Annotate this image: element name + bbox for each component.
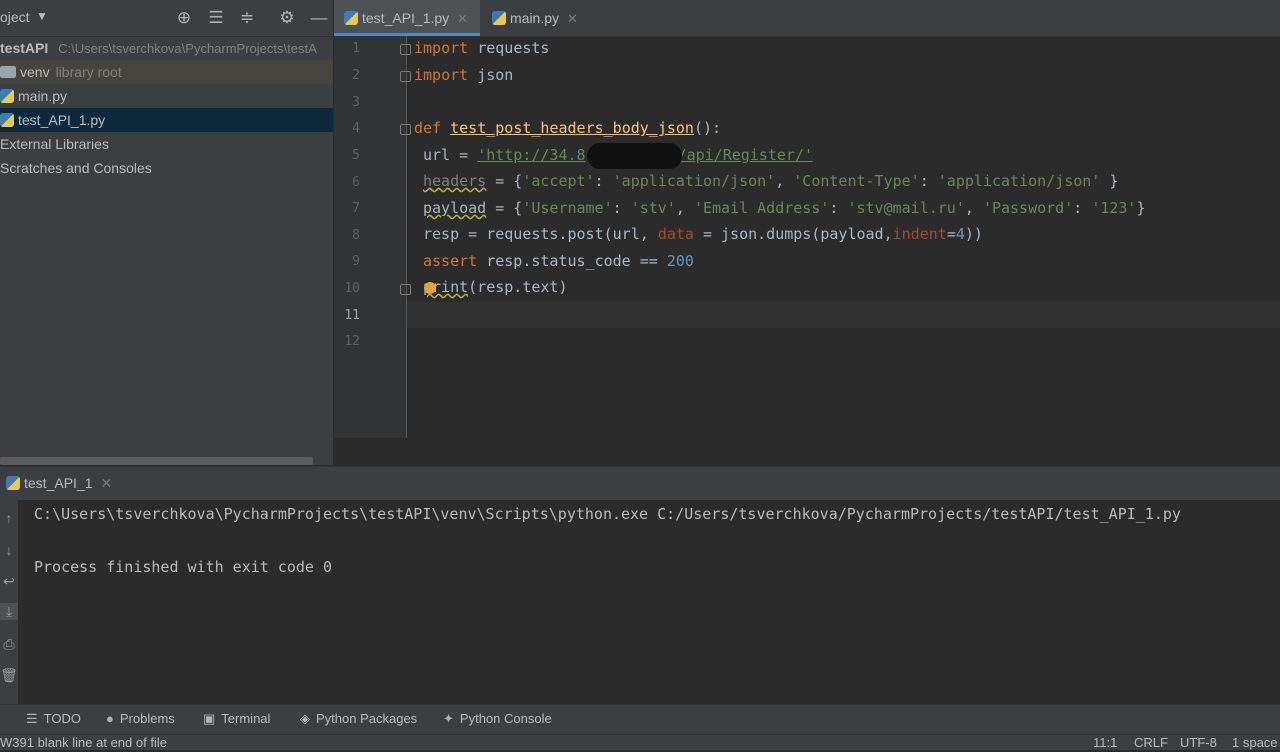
tree-item-venv[interactable]: venv library root [0, 60, 333, 84]
fold-marker-icon[interactable] [400, 44, 411, 55]
line-number: 9 [352, 254, 360, 269]
line-number: 6 [352, 175, 360, 190]
python-file-icon [0, 113, 14, 127]
line-number: 2 [352, 68, 360, 83]
line-number: 3 [352, 95, 360, 110]
code-line-1[interactable]: import requests [414, 39, 549, 57]
tree-item-test-api-1-py[interactable]: test_API_1.py [0, 108, 333, 132]
run-tab-test-api-1[interactable]: test_API_1 ✕ [6, 466, 112, 500]
chevron-down-icon[interactable]: ▼ [36, 9, 48, 23]
tab-label: main.py [510, 10, 560, 26]
tab-label: test_API_1.py [362, 10, 450, 26]
redaction-mark [587, 143, 682, 169]
tree-root-name: testAPI [0, 40, 49, 56]
fold-marker-icon[interactable] [400, 124, 411, 135]
status-line-separator[interactable]: CRLF [1134, 734, 1168, 750]
tab-main-py[interactable]: main.py ✕ [482, 0, 602, 36]
console-result-line: Process finished with exit code 0 [34, 558, 333, 576]
terminal-icon: ▣ [203, 711, 216, 726]
run-tab-label: test_API_1 [24, 475, 93, 491]
tree-root-testapi[interactable]: testAPI C:\Users\tsverchkova\PycharmProj… [0, 36, 333, 60]
python-file-icon [492, 11, 506, 25]
status-caret-position[interactable]: 11:1 [1093, 734, 1117, 750]
scroll-end-icon[interactable]: ⤓ [0, 603, 18, 620]
layers-icon: ◈ [300, 711, 310, 726]
console-command-line: C:\Users\tsverchkova\PycharmProjects\tes… [34, 505, 1181, 523]
project-view-title[interactable]: oject [0, 9, 30, 25]
python-file-icon [6, 476, 20, 490]
tab-test-api-1-py[interactable]: test_API_1.py ✕ [334, 0, 480, 36]
line-number: 7 [352, 201, 360, 216]
folder-icon [0, 66, 16, 78]
line-number: 12 [344, 334, 360, 349]
close-icon[interactable]: ✕ [457, 11, 468, 26]
editor-footer [334, 438, 1280, 465]
tool-python-packages[interactable]: ◈ Python Packages [300, 704, 417, 734]
list-icon: ☰ [26, 711, 38, 726]
tree-item-label: Scratches and Consoles [0, 160, 152, 176]
gear-icon[interactable]: ⚙ [276, 7, 298, 29]
expand-all-icon[interactable]: ≑ [236, 7, 258, 29]
tool-todo[interactable]: ☰ TODO [26, 704, 81, 734]
fold-marker-icon[interactable] [400, 284, 411, 295]
python-icon: ✦ [443, 711, 454, 726]
tree-item-hint: library root [55, 64, 122, 80]
line-number-current: 11 [344, 308, 360, 323]
code-line-2[interactable]: import json [414, 66, 513, 84]
code-line-6[interactable]: headers = {'accept': 'application/json',… [423, 172, 1118, 190]
current-line-highlight [407, 302, 1280, 328]
status-message[interactable]: W391 blank line at end of file [0, 734, 167, 750]
code-line-7[interactable]: payload = {'Username': 'stv', 'Email Add… [423, 199, 1146, 217]
code-line-4[interactable]: def test_post_headers_body_json(): [414, 119, 721, 137]
tool-python-console[interactable]: ✦ Python Console [443, 704, 552, 734]
tool-window-bar [0, 704, 1280, 735]
print-icon[interactable]: ⎙ [0, 636, 18, 653]
warning-icon: ● [106, 711, 114, 726]
status-bar [0, 734, 1280, 750]
line-number: 1 [352, 41, 360, 56]
arrow-down-icon[interactable]: ↓ [0, 542, 18, 558]
tree-item-label: External Libraries [0, 136, 109, 152]
trash-icon[interactable]: 🗑 [0, 667, 18, 684]
minimize-icon[interactable]: — [308, 7, 330, 29]
crosshair-icon[interactable]: ⊕ [173, 7, 195, 29]
tree-item-label: test_API_1.py [18, 112, 106, 128]
line-number: 5 [352, 148, 360, 163]
tree-item-label: venv [20, 64, 50, 80]
python-file-icon [0, 89, 14, 103]
python-file-icon [344, 11, 358, 25]
code-line-8[interactable]: resp = requests.post(url, data = json.du… [423, 225, 983, 243]
tree-root-path: C:\Users\tsverchkova\PycharmProjects\tes… [58, 41, 317, 56]
tree-item-scratches[interactable]: Scratches and Consoles [0, 156, 333, 180]
status-indent[interactable]: 1 space [1232, 734, 1278, 750]
status-encoding[interactable]: UTF-8 [1180, 734, 1217, 750]
collapse-all-icon[interactable]: ☰ [205, 7, 227, 29]
intention-bulb-icon[interactable] [424, 282, 436, 294]
run-panel-header [0, 466, 1280, 501]
line-number: 10 [344, 281, 360, 296]
code-line-9[interactable]: assert resp.status_code == 200 [423, 252, 694, 270]
tree-item-main-py[interactable]: main.py [0, 84, 333, 108]
run-console[interactable] [18, 500, 1280, 704]
project-horizontal-scrollbar[interactable] [0, 457, 313, 465]
line-number: 8 [352, 228, 360, 243]
tree-item-label: main.py [18, 88, 68, 104]
gutter-divider [406, 36, 407, 438]
fold-marker-icon[interactable] [400, 71, 411, 82]
arrow-up-icon[interactable]: ↑ [0, 510, 18, 526]
tree-item-external-libraries[interactable]: External Libraries [0, 132, 333, 156]
tool-terminal[interactable]: ▣ Terminal [203, 704, 270, 734]
close-icon[interactable]: ✕ [567, 11, 578, 26]
tool-problems[interactable]: ● Problems [106, 704, 175, 734]
code-line-10[interactable]: print(resp.text) [423, 278, 568, 296]
line-number: 4 [352, 121, 360, 136]
wrap-icon[interactable]: ↩ [0, 573, 18, 590]
close-icon[interactable]: ✕ [101, 475, 113, 491]
